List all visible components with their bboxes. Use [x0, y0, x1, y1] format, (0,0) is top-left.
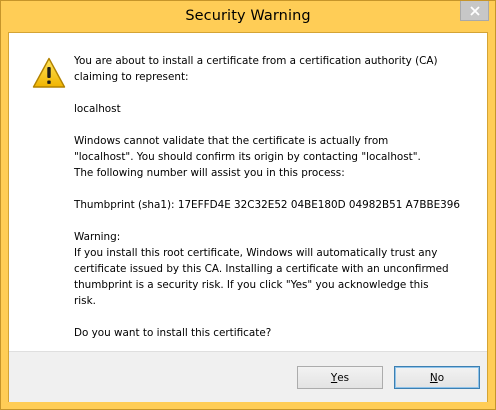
no-button[interactable]: No: [394, 366, 480, 389]
intro-paragraph: You are about to install a certificate f…: [74, 53, 474, 85]
thumbprint-text: Thumbprint (sha1): 17EFFD4E 32C32E52 04B…: [74, 199, 460, 211]
validate-line-1: Windows cannot validate that the certifi…: [74, 135, 389, 147]
subject-paragraph: localhost: [74, 101, 474, 117]
warning-heading: Warning:: [74, 231, 121, 243]
validate-paragraph: Windows cannot validate that the certifi…: [74, 133, 474, 181]
validate-line-3: The following number will assist you in …: [74, 167, 345, 179]
question-paragraph: Do you want to install this certificate?: [74, 325, 474, 341]
intro-line-2: claiming to represent:: [74, 71, 189, 83]
warning-line-2: certificate issued by this CA. Installin…: [74, 263, 449, 275]
install-question: Do you want to install this certificate?: [74, 327, 272, 339]
thumbprint-paragraph: Thumbprint (sha1): 17EFFD4E 32C32E52 04B…: [74, 197, 474, 213]
close-button[interactable]: [460, 1, 489, 21]
message-text: You are about to install a certificate f…: [74, 53, 474, 357]
dialog-client-area: You are about to install a certificate f…: [8, 32, 488, 402]
validate-line-2: "localhost". You should confirm its orig…: [74, 151, 421, 163]
warning-line-3: thumbprint is a security risk. If you cl…: [74, 279, 429, 291]
warning-paragraph: Warning: If you install this root certif…: [74, 229, 474, 309]
yes-button[interactable]: Yes: [297, 366, 383, 389]
security-warning-dialog: Security Warning You are about to instal…: [0, 0, 496, 410]
certificate-subject: localhost: [74, 103, 121, 115]
warning-line-4: risk.: [74, 295, 96, 307]
button-bar: Yes No: [9, 351, 487, 402]
intro-line-1: You are about to install a certificate f…: [74, 55, 438, 67]
warning-line-1: If you install this root certificate, Wi…: [74, 247, 438, 259]
no-button-label: o: [437, 371, 445, 384]
close-icon: [469, 5, 480, 16]
title-bar[interactable]: Security Warning: [1, 1, 495, 33]
content-area: You are about to install a certificate f…: [9, 33, 487, 351]
yes-button-label: es: [337, 371, 350, 384]
no-button-mnemonic: N: [429, 371, 438, 384]
warning-icon: [32, 57, 66, 88]
window-title: Security Warning: [185, 8, 311, 24]
